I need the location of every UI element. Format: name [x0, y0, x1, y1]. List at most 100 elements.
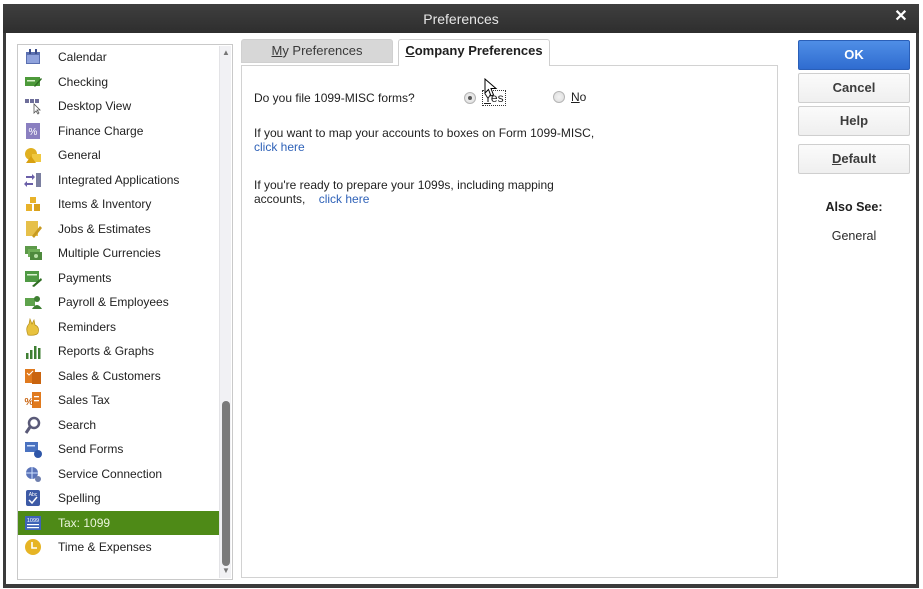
sidebar-item-label: General [58, 148, 101, 163]
sidebar-item-label: Reports & Graphs [58, 344, 155, 359]
ok-button[interactable]: OK [798, 40, 910, 70]
sidebar-item-integrated-applications[interactable]: Integrated Applications [18, 168, 219, 193]
integrated-applications-icon [24, 171, 42, 189]
sidebar-item-desktop-view[interactable]: Desktop View [18, 94, 219, 119]
scrollbar-thumb[interactable] [222, 401, 230, 566]
sales-tax-icon: % [24, 391, 42, 409]
sidebar-item-calendar[interactable]: Calendar [18, 45, 219, 70]
preferences-category-list[interactable]: Calendar Checking Desktop View% Finance Cha… [17, 44, 233, 580]
sidebar-item-time-expenses[interactable]: Time & Expenses [18, 535, 219, 560]
radio-no-rest: o [579, 90, 587, 104]
sidebar-item-label: Search [58, 417, 97, 432]
preferences-dialog: Preferences ✕ Calendar Checking Desktop Vi… [3, 4, 919, 588]
svg-text:1099: 1099 [27, 518, 39, 524]
radio-no-circle[interactable] [553, 91, 565, 103]
scroll-down-arrow-icon[interactable]: ▼ [221, 565, 231, 577]
also-see-heading: Also See: [825, 200, 883, 214]
time-expenses-icon [24, 538, 42, 556]
sidebar-item-items-inventory[interactable]: Items & Inventory [18, 192, 219, 217]
scroll-up-arrow-icon[interactable]: ▲ [221, 47, 231, 59]
sidebar-item-payments[interactable]: Payments [18, 266, 219, 291]
payroll-employees-icon [24, 293, 42, 311]
prepare-1099-line2: accounts, click here [254, 192, 554, 206]
reminders-icon [24, 317, 42, 336]
prepare-1099-link[interactable]: click here [319, 192, 370, 206]
sidebar-item-spelling[interactable]: Abc Spelling [18, 486, 219, 511]
sidebar-item-service-connection[interactable]: Service Connection [18, 462, 219, 487]
svg-text:%: % [29, 127, 38, 138]
sidebar-item-label: Desktop View [58, 99, 132, 114]
mouse-pointer-icon [484, 78, 498, 97]
search-icon [24, 416, 42, 434]
sidebar-item-label: Sales & Customers [58, 368, 161, 383]
sidebar-item-label: Payroll & Employees [58, 295, 169, 310]
spelling-icon: Abc [24, 489, 42, 507]
sidebar-item-label: Checking [58, 74, 109, 89]
sidebar-item-tax-1099[interactable]: 1099 Tax: 1099 [18, 510, 219, 535]
sidebar-item-reminders[interactable]: Reminders [18, 315, 219, 340]
map-accounts-text: If you want to map your accounts to boxe… [254, 126, 594, 154]
sidebar-item-label: Finance Charge [58, 123, 144, 138]
tab-my-mnemonic: M [271, 43, 283, 58]
default-button[interactable]: Default [798, 144, 910, 174]
file-1099-question: Do you file 1099-MISC forms? [254, 91, 415, 105]
general-icon [24, 146, 42, 164]
list-scrollbar[interactable]: ▲ ▼ [219, 46, 231, 578]
sidebar-item-sales-customers[interactable]: Sales & Customers [18, 364, 219, 389]
desktop-view-icon [24, 97, 42, 115]
send-forms-icon [24, 440, 42, 459]
sidebar-item-label: Calendar [58, 50, 107, 65]
sales-customers-icon [24, 367, 42, 385]
sidebar-item-jobs-estimates[interactable]: Jobs & Estimates [18, 217, 219, 242]
sidebar-item-multiple-currencies[interactable]: Multiple Currencies [18, 241, 219, 266]
sidebar-item-checking[interactable]: Checking [18, 70, 219, 95]
sidebar-item-label: Time & Expenses [58, 540, 152, 555]
window-title: Preferences [423, 11, 499, 27]
tab-my-label: y Preferences [282, 43, 363, 58]
tab-company-label: ompany Preferences [414, 43, 543, 58]
prepare-1099-text: If you're ready to prepare your 1099s, i… [254, 178, 554, 206]
map-accounts-description: If you want to map your accounts to boxe… [254, 126, 595, 140]
finance-charge-icon: % [24, 122, 42, 140]
default-mnemonic: D [831, 151, 842, 166]
calendar-icon [24, 48, 42, 66]
reports-graphs-icon [24, 342, 42, 360]
also-see-general-link[interactable]: General [798, 229, 910, 243]
sidebar-item-general[interactable]: General [18, 143, 219, 168]
sidebar-item-label: Spelling [58, 491, 101, 506]
cancel-button[interactable]: Cancel [798, 73, 910, 103]
default-label: efault [841, 151, 877, 166]
company-preferences-panel: Do you file 1099-MISC forms? Yes No If y… [241, 65, 778, 578]
tab-my-preferences[interactable]: My Preferences [241, 39, 393, 63]
radio-yes-circle[interactable] [464, 92, 476, 104]
help-button[interactable]: Help [798, 106, 910, 136]
sidebar-item-send-forms[interactable]: Send Forms [18, 437, 219, 462]
sidebar-item-label: Service Connection [58, 466, 163, 481]
radio-no[interactable]: No [553, 90, 586, 104]
title-bar[interactable]: Preferences ✕ [3, 4, 919, 33]
sidebar-item-label: Items & Inventory [58, 197, 152, 212]
sidebar-item-label: Multiple Currencies [58, 246, 161, 261]
checking-icon [24, 73, 42, 91]
map-accounts-link[interactable]: click here [254, 140, 594, 154]
close-icon[interactable]: ✕ [893, 9, 909, 25]
service-connection-icon [24, 465, 42, 483]
jobs-estimates-icon [24, 220, 42, 238]
sidebar-item-finance-charge[interactable]: % Finance Charge [18, 119, 219, 144]
sidebar-item-sales-tax[interactable]: % Sales Tax [18, 388, 219, 413]
sidebar-item-label: Jobs & Estimates [58, 221, 151, 236]
tab-company-mnemonic: C [405, 43, 415, 58]
sidebar-item-label: Reminders [58, 319, 117, 334]
sidebar-item-label: Send Forms [58, 442, 124, 457]
dialog-body: Calendar Checking Desktop View% Finance Cha… [6, 33, 916, 584]
prepare-1099-line1: If you're ready to prepare your 1099s, i… [254, 178, 554, 192]
tab-company-preferences[interactable]: Company Preferences [398, 39, 550, 66]
sidebar-item-payroll-employees[interactable]: Payroll & Employees [18, 290, 219, 315]
tax-1099-icon: 1099 [24, 514, 42, 532]
multiple-currencies-icon [24, 244, 42, 262]
sidebar-item-label: Payments [58, 270, 112, 285]
sidebar-item-reports-graphs[interactable]: Reports & Graphs [18, 339, 219, 364]
sidebar-item-label: Integrated Applications [58, 172, 180, 187]
payments-icon [24, 269, 42, 287]
sidebar-item-search[interactable]: Search [18, 413, 219, 438]
